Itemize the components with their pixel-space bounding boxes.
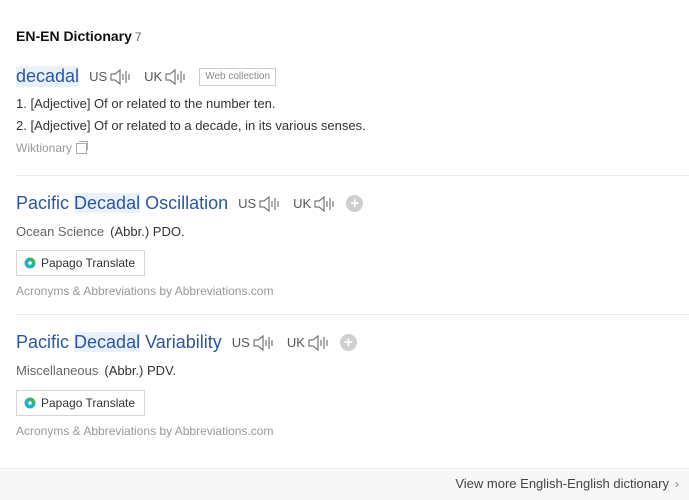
entry-headline: decadal US UK Web collection	[16, 66, 689, 87]
pronunciation-uk[interactable]: UK	[293, 195, 338, 213]
dictionary-header: EN-EN Dictionary 7	[16, 28, 142, 46]
source-label: Acronyms & Abbreviations by Abbreviation…	[16, 284, 274, 298]
abbreviation-text: (Abbr.) PDV.	[104, 363, 177, 378]
papago-label: Papago Translate	[41, 256, 136, 270]
entry-meaning: Ocean Science (Abbr.) PDO.	[16, 223, 689, 241]
definition-list: 1. [Adjective] Of or related to the numb…	[16, 93, 689, 137]
speaker-icon[interactable]	[259, 195, 283, 213]
entry-word[interactable]: Pacific Decadal Variability	[16, 332, 222, 353]
definition-item: 1. [Adjective] Of or related to the numb…	[16, 96, 276, 111]
pronunciation-us[interactable]: US	[89, 68, 134, 86]
entry-source: Wiktionary	[16, 140, 689, 155]
pronunciation-us[interactable]: US	[232, 334, 277, 352]
pronunciation-uk[interactable]: UK	[144, 68, 189, 86]
view-more-link[interactable]: View more English-English dictionary ›	[455, 476, 679, 491]
speaker-icon[interactable]	[110, 68, 134, 86]
word-highlight: Decadal	[74, 193, 141, 213]
entry-pacific-decadal-oscillation: Pacific Decadal Oscillation US UK + Ocea…	[16, 193, 689, 241]
plus-icon[interactable]: +	[346, 195, 364, 212]
entry-headline: Pacific Decadal Oscillation US UK +	[16, 193, 689, 214]
footer-bar: View more English-English dictionary ›	[0, 468, 689, 500]
entry-decadal: decadal US UK Web collection 1. [Adjecti…	[16, 66, 689, 155]
plus-icon[interactable]: +	[339, 334, 357, 351]
copy-icon[interactable]	[76, 140, 89, 154]
abbreviation-text: (Abbr.) PDO.	[110, 224, 185, 239]
pron-uk-label: UK	[144, 69, 163, 84]
divider	[16, 175, 689, 176]
pron-us-label: US	[231, 335, 250, 350]
pron-us-label: US	[238, 196, 257, 211]
subject-label: Miscellaneous	[16, 363, 99, 378]
web-collection-badge: Web collection	[199, 67, 277, 86]
speaker-icon[interactable]	[314, 195, 338, 213]
word-part: Pacific	[16, 193, 75, 213]
view-more-label: View more English-English dictionary	[455, 476, 669, 491]
word-highlight: Decadal	[74, 332, 141, 352]
word-part: Pacific	[16, 332, 75, 352]
papago-label: Papago Translate	[41, 396, 136, 410]
entry-pacific-decadal-variability: Pacific Decadal Variability US UK + Misc…	[16, 332, 689, 380]
pron-uk-label: UK	[286, 335, 305, 350]
source-label: Wiktionary	[16, 141, 73, 155]
papago-logo-icon	[24, 397, 36, 409]
dictionary-title: EN-EN Dictionary	[16, 28, 132, 44]
source-label: Acronyms & Abbreviations by Abbreviation…	[16, 424, 274, 438]
pronunciation-us[interactable]: US	[238, 195, 283, 213]
entry-source: Acronyms & Abbreviations by Abbreviation…	[16, 284, 273, 298]
word-part: Oscillation	[140, 193, 229, 213]
entry-headline: Pacific Decadal Variability US UK +	[16, 332, 689, 353]
entry-source: Acronyms & Abbreviations by Abbreviation…	[16, 424, 273, 438]
pronunciation-uk[interactable]: UK	[287, 334, 332, 352]
pron-uk-label: UK	[293, 196, 312, 211]
papago-logo-icon	[24, 257, 36, 269]
chevron-right-icon: ›	[675, 476, 679, 491]
speaker-icon[interactable]	[165, 68, 189, 86]
speaker-icon[interactable]	[308, 334, 332, 352]
divider	[16, 314, 689, 315]
speaker-icon[interactable]	[253, 334, 277, 352]
pron-us-label: US	[89, 69, 108, 84]
papago-translate-button[interactable]: Papago Translate	[16, 250, 146, 276]
entry-meaning: Miscellaneous (Abbr.) PDV.	[16, 362, 689, 380]
subject-label: Ocean Science	[16, 224, 105, 239]
papago-translate-button[interactable]: Papago Translate	[16, 390, 146, 416]
entry-word[interactable]: Pacific Decadal Oscillation	[16, 193, 228, 214]
entry-word[interactable]: decadal	[16, 66, 80, 87]
result-count: 7	[134, 30, 142, 44]
definition-item: 2. [Adjective] Of or related to a decade…	[16, 118, 366, 133]
word-part: Variability	[140, 332, 222, 352]
